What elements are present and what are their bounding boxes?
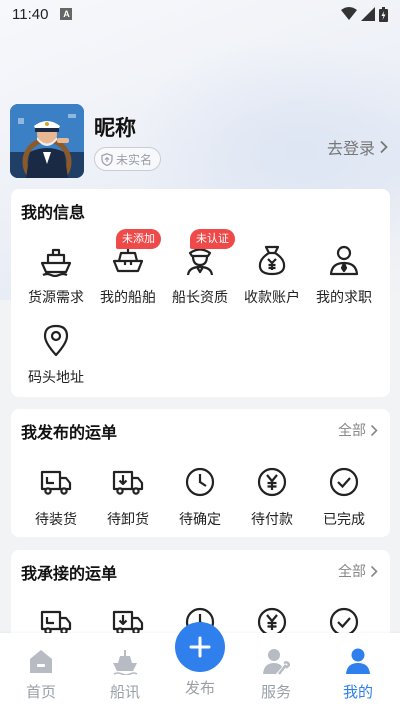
menu-item-my-job-search[interactable]: 我的求职 [308, 243, 380, 307]
my-info-title: 我的信息 [21, 203, 86, 222]
money-bag-icon [258, 245, 286, 276]
tab-ship-news[interactable]: 船讯 [85, 647, 165, 702]
menu-item-my-ship[interactable]: 未添加 我的船舶 [92, 229, 164, 307]
verify-status-text: 未实名 [116, 152, 153, 167]
order-status-to-confirm[interactable]: 待确定 [164, 465, 236, 529]
all-label: 全部 [338, 564, 366, 580]
check-circle-icon [329, 467, 359, 497]
login-link[interactable]: 去登录 [327, 135, 388, 159]
tab-service[interactable]: 服务 [236, 647, 316, 702]
accepted-orders-title: 我承接的运单 [21, 564, 118, 583]
menu-item-label: 货源需求 [28, 290, 84, 306]
chevron-right-icon [370, 424, 378, 436]
ship-news-icon [113, 650, 138, 675]
order-status-completed[interactable]: 已完成 [308, 465, 380, 529]
published-orders-title: 我发布的运单 [21, 423, 118, 442]
service-icon [263, 649, 290, 675]
tab-label: 我的 [342, 683, 373, 701]
battery-icon [379, 6, 388, 22]
menu-item-dock-address[interactable]: 码头地址 [20, 323, 92, 387]
order-status-to-unload[interactable]: 待卸货 [92, 465, 164, 529]
truck-unload-icon [112, 470, 144, 495]
order-status-label: 待付款 [251, 512, 293, 528]
verify-status-badge: 未实名 [94, 147, 162, 171]
status-indicators [341, 6, 388, 22]
chevron-right-icon [370, 565, 378, 577]
notification-icon: A [60, 8, 73, 20]
menu-item-payment-account[interactable]: 收款账户 [236, 243, 308, 307]
my-info-card: 我的信息 货源需求 未添加 我的船舶 未认证 船长资质 收款账户 我的求职 码头… [11, 189, 390, 397]
menu-item-label: 我的求职 [316, 290, 372, 306]
order-status-label: 待装货 [35, 512, 77, 528]
chevron-right-icon [380, 140, 388, 154]
order-status-label: 待确定 [179, 512, 221, 528]
publish-label: 发布 [184, 679, 215, 697]
all-label: 全部 [338, 423, 366, 439]
accepted-orders-all-link[interactable]: 全部 [338, 561, 378, 581]
publish-button[interactable] [175, 622, 225, 672]
wifi-icon [341, 7, 357, 20]
tab-label: 首页 [25, 683, 56, 701]
tab-home[interactable]: 首页 [1, 647, 81, 702]
tab-label: 服务 [260, 683, 291, 701]
published-orders-card: 我发布的运单 全部 待装货 待卸货 待确定 待付款 已完成 [11, 409, 390, 537]
truck-load-icon [40, 470, 72, 495]
login-label: 去登录 [326, 139, 375, 158]
order-status-to-pay[interactable]: 待付款 [236, 465, 308, 529]
menu-item-label: 收款账户 [244, 290, 300, 306]
cargo-ship-icon [40, 248, 72, 277]
signal-icon [361, 7, 375, 21]
nickname: 昵称 [94, 116, 136, 140]
order-status-label: 已完成 [323, 512, 365, 528]
menu-item-label: 我的船舶 [100, 290, 156, 306]
plus-icon [189, 636, 211, 658]
menu-item-label: 码头地址 [28, 370, 84, 386]
published-orders-all-link[interactable]: 全部 [338, 420, 378, 440]
profile-icon [346, 648, 370, 674]
shield-icon [101, 152, 113, 166]
home-icon [30, 650, 52, 673]
tab-mine[interactable]: 我的 [318, 647, 398, 702]
status-bar: 11:40 A [0, 0, 400, 28]
captain-avatar-image [10, 104, 84, 178]
clock-icon [185, 467, 215, 497]
menu-item-label: 船长资质 [172, 290, 228, 306]
order-status-label: 待卸货 [107, 512, 149, 528]
order-status-to-load[interactable]: 待装货 [20, 465, 92, 529]
menu-item-captain-qualification[interactable]: 未认证 船长资质 [164, 229, 236, 307]
location-pin-icon [43, 324, 69, 357]
not-certified-tag: 未认证 [190, 229, 235, 249]
menu-item-cargo-demand[interactable]: 货源需求 [20, 243, 92, 307]
yen-icon [257, 467, 287, 497]
tab-label: 船讯 [109, 683, 140, 701]
avatar[interactable] [10, 104, 84, 178]
status-time: 11:40 [12, 5, 49, 23]
user-icon [329, 245, 359, 276]
not-added-tag: 未添加 [116, 229, 161, 249]
